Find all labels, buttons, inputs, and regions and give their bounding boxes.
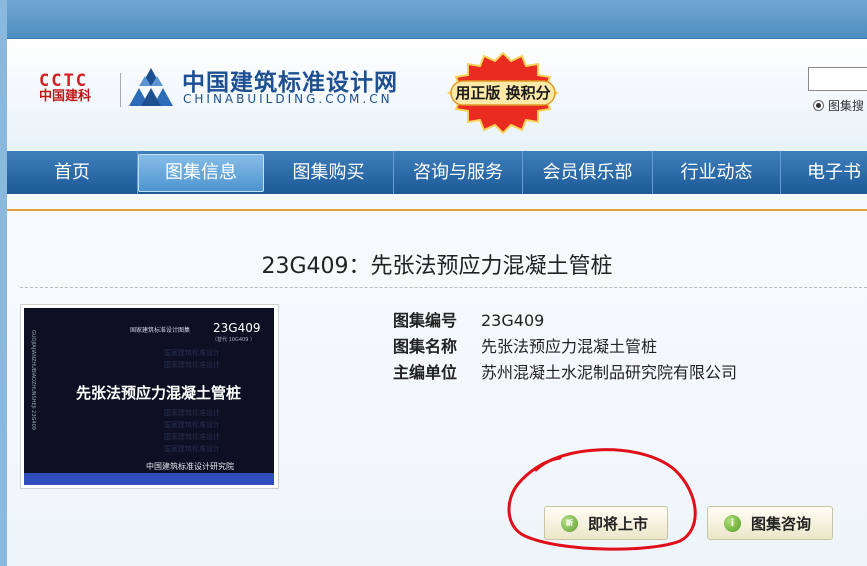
nav-item-industry-news[interactable]: 行业动态 (653, 151, 781, 194)
info-row-name: 图集名称 先张法预应力混凝土管桩 (393, 333, 657, 357)
search-input[interactable] (808, 67, 867, 91)
info-icon: i (724, 514, 741, 532)
nav-item-atlas-purchase[interactable]: 图集购买 (264, 151, 394, 194)
cover-bottom-band (24, 473, 274, 485)
cover-watermark: 国家建筑标准设计 (164, 421, 220, 429)
promo-badge-text[interactable]: 用正版 换积分 (442, 82, 564, 103)
info-value: 苏州混凝土水泥制品研究院有限公司 (481, 363, 738, 382)
cover-side-text: GUOJIAJIANZHUBIAOZHUNSHEJI 23G409 (30, 330, 36, 430)
info-label: 图集编号 (393, 311, 458, 330)
cover-code: 23G409 (213, 321, 261, 335)
nav-item-member-club[interactable]: 会员俱乐部 (523, 151, 653, 194)
main-nav: 首页 图集信息 图集购买 咨询与服务 会员俱乐部 行业动态 电子书 (7, 151, 867, 194)
cover-series: 国家建筑标准设计图集 (130, 327, 191, 334)
info-row-editor: 主编单位 苏州混凝土水泥制品研究院有限公司 (393, 359, 737, 383)
info-label: 主编单位 (393, 363, 458, 382)
atlas-consult-button[interactable]: i 图集咨询 (707, 506, 833, 540)
info-value: 23G409 (481, 311, 545, 330)
cover-watermark: 国家建筑标准设计 (164, 361, 220, 369)
nav-item-ebook[interactable]: 电子书 (781, 151, 867, 194)
cover-watermark: 国家建筑标准设计 (164, 445, 220, 453)
info-value: 先张法预应力混凝土管桩 (481, 337, 658, 356)
new-icon: 新 (561, 514, 578, 532)
site-name-en: CHINABUILDING.COM.CN (183, 92, 393, 106)
cover-publisher: 中国建筑标准设计研究院 (146, 462, 234, 471)
cover-watermark: 国家建筑标准设计 (164, 349, 220, 357)
search-type-label: 图集搜 (828, 99, 865, 113)
nav-item-atlas-info[interactable]: 图集信息 (138, 154, 264, 192)
atlas-consult-label: 图集咨询 (751, 514, 812, 533)
top-banner (0, 0, 867, 39)
atlas-cover-image[interactable]: GUOJIAJIANZHUBIAOZHUNSHEJI 23G409 国家建筑标准… (24, 308, 274, 485)
site-header: CCTC 中国建科 中国建筑标准设计网 CHINABUILDING.COM.CN… (7, 39, 867, 151)
nav-item-consult-service[interactable]: 咨询与服务 (394, 151, 523, 194)
info-label: 图集名称 (393, 337, 458, 356)
cover-replaces: （替代 10G409 ） (212, 337, 255, 343)
title-divider (20, 287, 867, 288)
cctc-logo-sub: 中国建科 (39, 89, 92, 104)
search-type-radio[interactable] (813, 100, 824, 111)
left-edge-strip (0, 0, 7, 566)
nav-item-home[interactable]: 首页 (7, 151, 138, 194)
search-type-option[interactable]: 图集搜 (813, 97, 864, 114)
page-title: 23G409：先张法预应力混凝土管桩 (261, 254, 613, 279)
cctc-logo-text: CCTC (39, 71, 88, 91)
coming-soon-button[interactable]: 新 即将上市 (544, 506, 668, 540)
cover-watermark: 国家建筑标准设计 (164, 409, 220, 417)
logo-divider (120, 73, 121, 107)
cctc-logo: CCTC 中国建科 (39, 71, 115, 105)
cover-title: 先张法预应力混凝土管桩 (76, 384, 242, 402)
info-row-code: 图集编号 23G409 (393, 307, 544, 331)
coming-soon-label: 即将上市 (588, 514, 649, 533)
cover-watermark: 国家建筑标准设计 (164, 433, 220, 441)
site-logo-icon (129, 68, 173, 106)
